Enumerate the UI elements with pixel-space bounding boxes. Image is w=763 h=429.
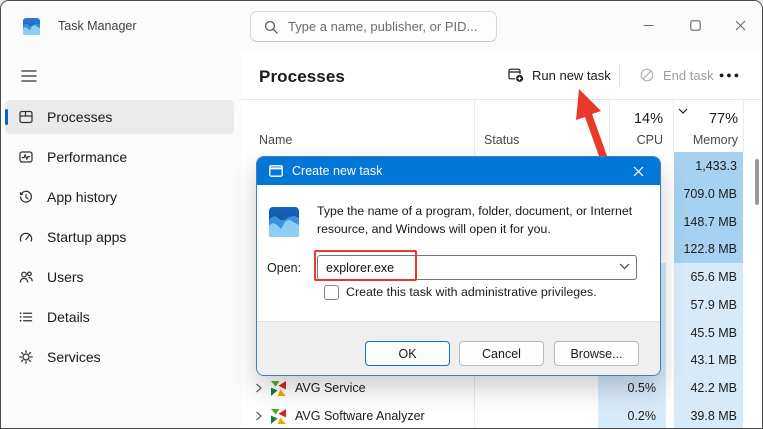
dialog-close-button[interactable] [618,157,658,185]
search-icon [264,20,278,34]
name-column-header[interactable]: Name [259,133,292,147]
details-icon [19,312,33,322]
close-button[interactable] [723,9,757,41]
minimize-icon [643,24,653,26]
memory-cell: 122.8 MB [674,235,743,263]
status-column-header[interactable]: Status [484,133,519,147]
maximize-button[interactable] [678,9,712,41]
dialog-description: Type the name of a program, folder, docu… [317,204,633,236]
toolbar-divider [619,64,620,86]
ellipsis-icon: ●●● [718,70,742,80]
memory-cell: 1,433.3 MB [674,152,743,201]
sidebar: Processes Performance App history Startu… [1,51,241,428]
sidebar-item-details[interactable]: Details [5,300,234,334]
cpu-cell: 0.5% [598,374,666,402]
ok-button[interactable]: OK [365,341,450,366]
sidebar-item-users[interactable]: Users [5,260,234,294]
admin-privileges-checkbox[interactable] [324,285,339,300]
task-manager-window: Task Manager Type a name, publisher, or … [0,0,763,429]
sidebar-item-startup-apps[interactable]: Startup apps [5,220,234,254]
processes-icon [19,110,33,124]
app-title: Task Manager [58,19,137,33]
sidebar-item-label: Details [47,309,90,325]
process-name: AVG Software Analyzer [295,409,425,423]
memory-cell: 709.0 MB [674,180,743,208]
memory-cell: 148.7 MB [674,208,743,236]
run-new-task-label: Run new task [532,67,611,83]
cancel-button[interactable]: Cancel [459,341,544,366]
browse-button[interactable]: Browse... [554,341,639,366]
memory-total-percent[interactable]: 77% [673,111,738,127]
annotation-highlight-box [314,250,417,281]
search-box[interactable] [250,11,497,42]
minimize-button[interactable] [631,9,665,41]
table-row[interactable]: AVG Service 0.5% 42.2 MB [241,374,762,402]
sidebar-item-label: App history [47,189,118,205]
memory-cell: 42.2 MB [674,374,743,402]
sidebar-item-processes[interactable]: Processes [5,100,234,134]
combo-chevron-down-icon[interactable] [619,263,630,270]
search-input[interactable] [288,19,483,34]
new-task-icon [508,68,524,83]
hamburger-icon [21,70,37,82]
toolbar-separator [241,99,762,100]
sidebar-item-app-history[interactable]: App history [5,180,234,214]
startup-apps-icon [19,232,33,242]
window-titlebar: Task Manager [1,1,762,51]
sidebar-item-label: Users [47,269,84,285]
close-icon [633,166,643,176]
sidebar-item-label: Startup apps [47,229,127,245]
process-name: AVG Service [295,381,366,395]
performance-icon [19,151,33,163]
sidebar-item-services[interactable]: Services [5,340,234,374]
end-task-button[interactable]: End task [629,61,724,89]
dialog-window-icon [269,165,283,177]
prohibition-icon [640,68,654,82]
sidebar-item-label: Processes [47,109,113,125]
table-row[interactable]: AVG Software Analyzer 0.2% 39.8 MB [241,402,762,428]
cpu-column-header[interactable]: CPU [598,133,663,147]
cpu-cell: 0.2% [598,402,666,428]
run-new-task-button[interactable]: Run new task [498,61,621,89]
memory-cell: 39.8 MB [674,402,743,428]
name-cell: AVG Software Analyzer [255,402,425,428]
maximize-icon [689,19,701,31]
more-options-button[interactable]: ●●● [711,61,749,89]
memory-cell: 43.1 MB [674,346,743,374]
name-cell: AVG Service [255,374,366,402]
avg-app-icon [271,380,286,396]
create-new-task-dialog: Create new task Type the name of a progr… [256,156,661,376]
open-label: Open: [267,261,302,275]
vertical-scrollbar-thumb[interactable] [755,159,759,205]
cpu-total-percent[interactable]: 14% [598,111,663,127]
task-manager-icon [269,207,299,237]
sidebar-item-performance[interactable]: Performance [5,140,234,174]
sidebar-item-label: Services [47,349,101,365]
admin-privileges-label: Create this task with administrative pri… [346,285,597,299]
task-manager-logo-icon [23,18,40,35]
dialog-titlebar: Create new task [257,157,660,185]
app-history-icon [19,190,33,203]
close-icon [735,20,745,30]
navigation-menu-button[interactable] [13,61,45,91]
memory-column-header[interactable]: Memory [673,133,738,147]
end-task-label: End task [663,67,714,83]
expand-chevron-icon[interactable] [255,411,262,421]
expand-chevron-icon[interactable] [255,383,262,393]
page-title: Processes [259,67,345,86]
selected-accent-bar [5,109,8,125]
dialog-title: Create new task [292,164,383,178]
column-divider [743,99,744,152]
memory-cell: 45.5 MB [674,319,743,347]
dialog-footer: OK Cancel Browse... [257,321,660,375]
avg-app-icon [271,408,286,424]
sidebar-item-label: Performance [47,149,128,165]
memory-cell: 57.9 MB [674,291,743,319]
users-icon [19,271,33,283]
services-icon [19,350,33,364]
memory-cell: 65.6 MB [674,263,743,291]
